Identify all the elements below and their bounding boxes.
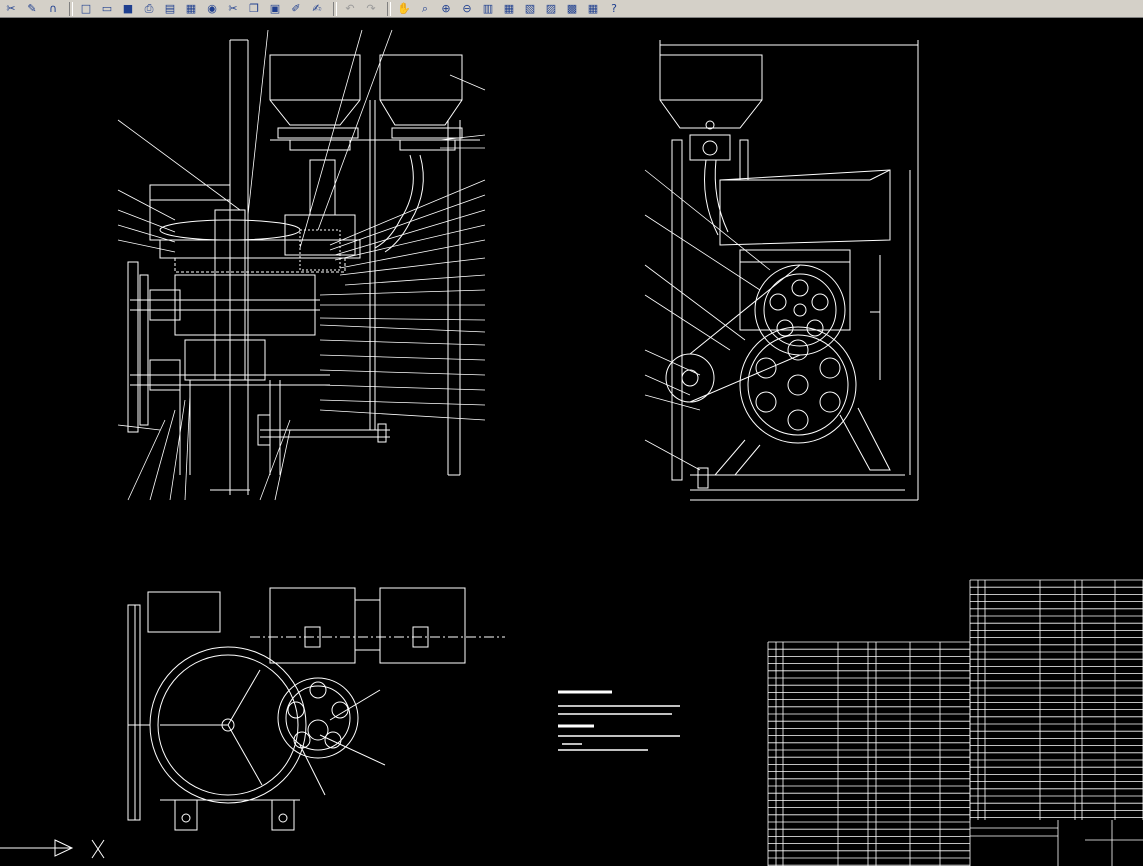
- parts-list-table[interactable]: [767, 579, 1143, 866]
- trim-icon[interactable]: ✂: [2, 1, 20, 17]
- top-view[interactable]: [127, 587, 505, 831]
- technical-notes: [558, 690, 680, 751]
- edit-icon[interactable]: ✎: [23, 1, 41, 17]
- zoom-window-icon[interactable]: ⊕: [437, 1, 455, 17]
- help-icon[interactable]: ?: [605, 1, 623, 17]
- side-view[interactable]: [644, 40, 919, 501]
- save-icon[interactable]: ■: [119, 1, 137, 17]
- publish-icon[interactable]: ▦: [182, 1, 200, 17]
- magnet-icon[interactable]: ∩: [44, 1, 62, 17]
- zoom-realtime-icon[interactable]: ⌕: [416, 1, 434, 17]
- properties-icon[interactable]: ▥: [479, 1, 497, 17]
- cad-drawing: [0, 29, 1143, 866]
- toolbar-separator: [333, 1, 337, 16]
- cut-icon[interactable]: ✂: [224, 1, 242, 17]
- tool-palette-icon[interactable]: ▧: [521, 1, 539, 17]
- paste-icon[interactable]: ▣: [266, 1, 284, 17]
- print-icon[interactable]: ⎙: [140, 1, 158, 17]
- zoom-previous-icon[interactable]: ⊖: [458, 1, 476, 17]
- undo-icon[interactable]: ↶: [341, 1, 359, 17]
- sheet-set-icon[interactable]: ▨: [542, 1, 560, 17]
- match-prop-icon[interactable]: ✍: [308, 1, 326, 17]
- design-center-icon[interactable]: ▦: [500, 1, 518, 17]
- front-section-view[interactable]: [117, 29, 486, 501]
- new-file-icon[interactable]: □: [77, 1, 95, 17]
- markup-icon[interactable]: ▩: [563, 1, 581, 17]
- standard-toolbar: ✂ ✎ ∩ □ ▭ ■ ⎙ ▤ ▦ ◉ ✂ ❐ ▣ ✐ ✍ ↶ ↷ ✋ ⌕ ⊕ ⊖ ▥ ▦ ▧ ▨ ▩ ▦?: [0, 0, 1143, 18]
- brush-icon[interactable]: ✐: [287, 1, 305, 17]
- copy-icon[interactable]: ❐: [245, 1, 263, 17]
- web-icon[interactable]: ◉: [203, 1, 221, 17]
- toolbar-separator: [69, 1, 73, 16]
- toolbar-separator: [387, 1, 391, 16]
- drawing-canvas[interactable]: [0, 18, 1143, 866]
- open-file-icon[interactable]: ▭: [98, 1, 116, 17]
- preview-icon[interactable]: ▤: [161, 1, 179, 17]
- redo-icon[interactable]: ↷: [362, 1, 380, 17]
- ucs-icon: [0, 839, 105, 859]
- pan-icon[interactable]: ✋: [395, 1, 413, 17]
- calculator-icon[interactable]: ▦: [584, 1, 602, 17]
